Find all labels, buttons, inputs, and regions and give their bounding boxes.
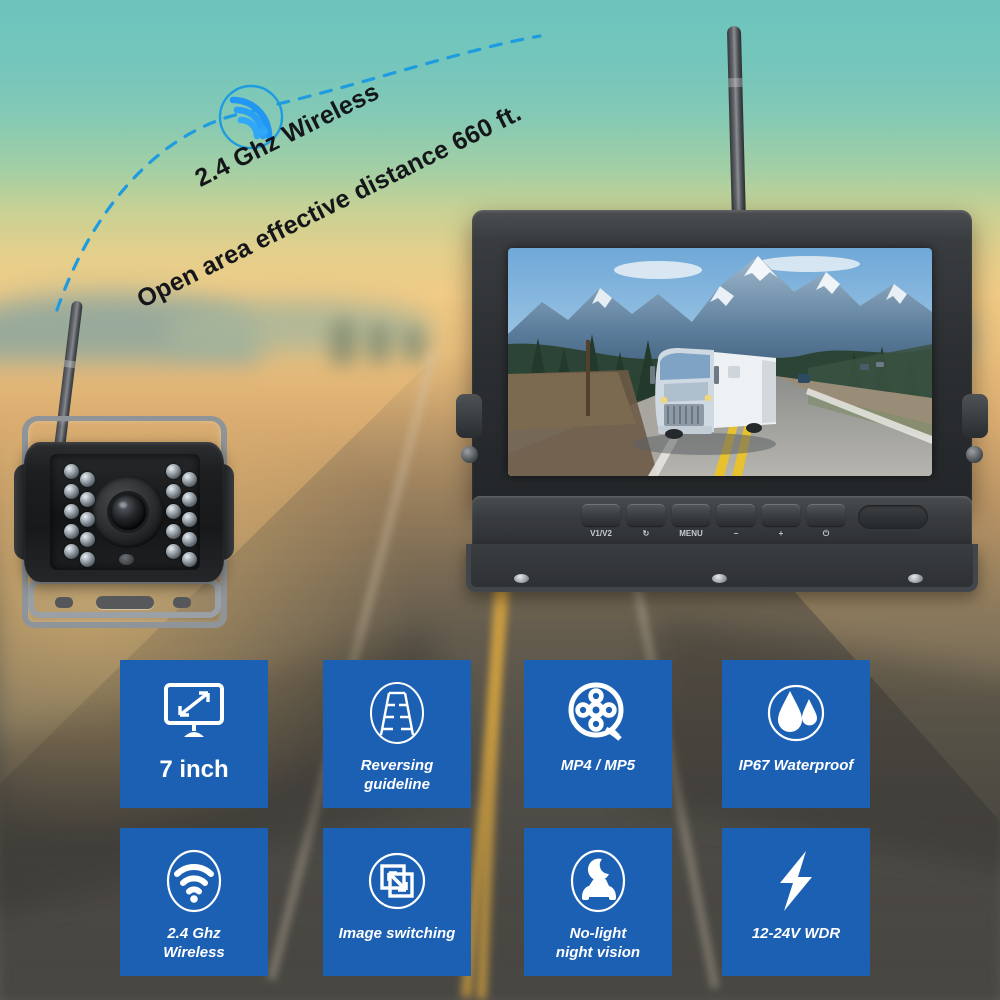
feature-tile-label: Reversing guideline	[360, 757, 434, 793]
feature-tile-label: 7 inch	[159, 756, 229, 783]
reversing-guideline-icon	[358, 676, 436, 750]
feature-tile-grid: 7 inch Reversing guideline MP4 / MP5 IP6…	[0, 0, 1000, 1000]
feature-tile-wifi[interactable]: 2.4 Ghz Wireless	[120, 828, 268, 976]
feature-tile-label: 12-24V WDR	[751, 925, 841, 942]
feature-tile-water-drop[interactable]: IP67 Waterproof	[722, 660, 870, 808]
feature-tile-label: IP67 Waterproof	[738, 757, 854, 774]
feature-tile-label: MP4 / MP5	[560, 757, 636, 774]
product-marketing-image: 2.4 Ghz Wireless Open area effective dis…	[0, 0, 1000, 1000]
monitor-size-icon	[155, 676, 233, 750]
wifi-icon	[155, 844, 233, 918]
feature-tile-image-switching[interactable]: Image switching	[323, 828, 471, 976]
water-drop-icon	[757, 676, 835, 750]
feature-tile-night-vision[interactable]: No-light night vision	[524, 828, 672, 976]
night-vision-icon	[559, 844, 637, 918]
feature-tile-film-reel[interactable]: MP4 / MP5	[524, 660, 672, 808]
image-switching-icon	[358, 844, 436, 918]
feature-tile-label: No-light night vision	[555, 925, 641, 961]
feature-tile-reversing-guideline[interactable]: Reversing guideline	[323, 660, 471, 808]
feature-tile-monitor-size[interactable]: 7 inch	[120, 660, 268, 808]
lightning-bolt-icon	[757, 844, 835, 918]
feature-tile-label: 2.4 Ghz Wireless	[163, 925, 225, 961]
feature-tile-label: Image switching	[338, 925, 456, 942]
film-reel-icon	[559, 676, 637, 750]
feature-tile-lightning-bolt[interactable]: 12-24V WDR	[722, 828, 870, 976]
